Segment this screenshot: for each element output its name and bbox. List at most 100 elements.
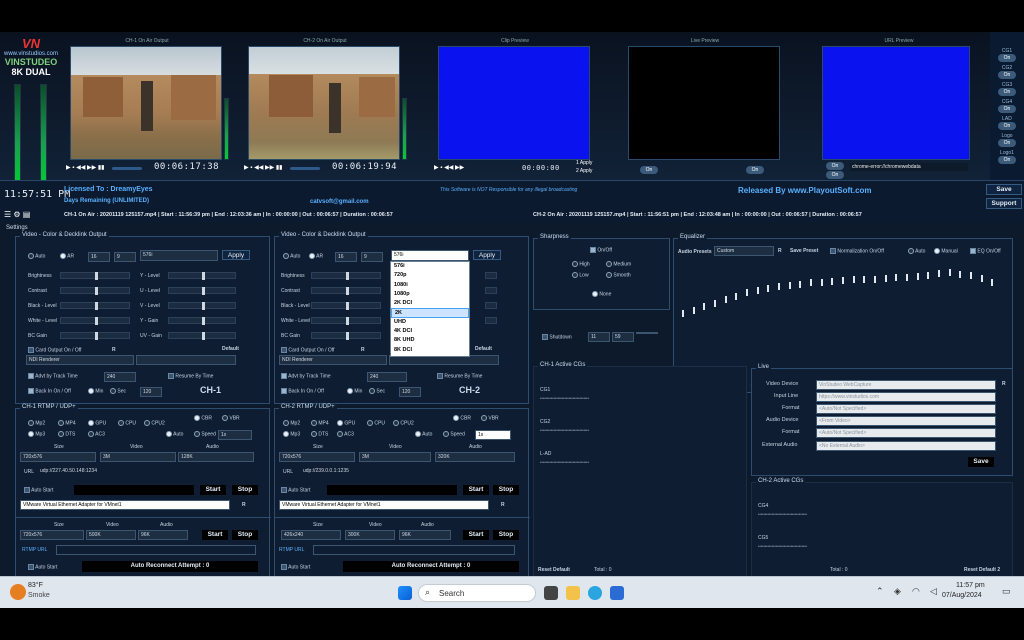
eq-band-handle[interactable] <box>746 289 748 296</box>
video-bitrate-select-2[interactable]: 300K <box>345 530 395 540</box>
sec-radio[interactable]: Sec <box>110 388 126 394</box>
rtmp-url-input[interactable] <box>313 545 515 555</box>
format-option[interactable]: 2K DCI <box>391 299 469 308</box>
sec-radio[interactable]: Sec <box>369 388 385 394</box>
audio-device-select[interactable]: <From Video> <box>816 416 996 426</box>
gpu-radio[interactable]: GPU <box>337 420 355 426</box>
eq-band-handle[interactable] <box>714 299 716 307</box>
high-radio[interactable]: High <box>572 261 590 267</box>
support-button[interactable]: Support <box>986 198 1022 209</box>
format-option[interactable]: 8K UHD <box>391 336 469 345</box>
speed-radio[interactable]: Speed <box>443 431 465 437</box>
apply2-button[interactable]: 2 Apply <box>576 168 592 174</box>
eq-band-handle[interactable] <box>874 275 876 283</box>
sec-input[interactable]: 120 <box>399 387 421 397</box>
edge-icon[interactable] <box>588 586 602 600</box>
format-option[interactable]: 8K DCI <box>391 346 469 355</box>
mp2-radio[interactable]: Mp2 <box>283 420 300 426</box>
y-gain-slider[interactable] <box>485 317 497 324</box>
ch1-progress[interactable] <box>112 167 142 170</box>
eq-band-handle[interactable] <box>735 292 738 300</box>
audio-bitrate-select-2[interactable]: 96K <box>138 530 188 540</box>
eq-band-handle[interactable] <box>682 310 684 317</box>
ch2-play-icon[interactable]: ▶ ▪ ◀◀ ▶▶ ▮▮ <box>244 164 282 171</box>
mp4-radio[interactable]: MP4 <box>311 420 329 426</box>
none-radio[interactable]: None <box>592 291 611 297</box>
y-gain-slider[interactable] <box>168 317 236 325</box>
eq-band-handle[interactable] <box>991 279 994 287</box>
renderer-select[interactable]: NDI Renderer <box>279 355 387 365</box>
eq-band-handle[interactable] <box>788 282 791 289</box>
eq-auto-radio[interactable]: Auto <box>908 248 925 254</box>
default-button[interactable]: Default <box>222 346 239 352</box>
speed-input[interactable]: 1x <box>475 430 511 440</box>
rtmp-url-input[interactable] <box>56 545 256 555</box>
size-select-2[interactable]: 720x576 <box>20 530 84 540</box>
format-option[interactable]: 1080p <box>391 290 469 299</box>
eq-band-handle[interactable] <box>927 271 930 279</box>
eq-band-handle[interactable] <box>884 275 887 282</box>
v-level-slider[interactable] <box>485 302 497 309</box>
y-level-slider[interactable] <box>168 272 236 280</box>
ch1-play-icon[interactable]: ▶ ▪ ◀◀ ▶▶ ▮▮ <box>66 164 104 171</box>
contrast-slider[interactable] <box>60 287 130 295</box>
dts-radio[interactable]: DTS <box>58 431 75 437</box>
ar-width-input[interactable]: 16 <box>88 252 110 262</box>
audio-bitrate-select[interactable]: 320K <box>435 452 515 462</box>
auto-radio[interactable]: Auto <box>415 431 432 437</box>
udp-url-input[interactable]: udp://227.40.50.148:1234 <box>38 467 256 477</box>
eq-band-handle[interactable] <box>959 270 962 278</box>
auto-radio[interactable]: Auto <box>283 253 300 259</box>
apply1-button[interactable]: 1 Apply <box>576 160 592 166</box>
ar-width-input[interactable]: 16 <box>335 252 357 262</box>
white-level-slider[interactable] <box>311 317 381 325</box>
advt-checkbox[interactable]: Advt by Track Time <box>28 373 78 379</box>
ac3-radio[interactable]: AC3 <box>337 431 354 437</box>
size-select[interactable]: 720x576 <box>279 452 355 462</box>
auto-radio[interactable]: Auto <box>166 431 183 437</box>
wifi-icon[interactable]: ◠ <box>912 586 920 597</box>
eq-band-handle[interactable] <box>756 286 759 294</box>
card-output-checkbox[interactable]: Card Output On / Off <box>28 347 81 353</box>
adapter-select[interactable]: VMware Virtual Ethernet Adapter for VMne… <box>20 500 230 510</box>
ar-radio[interactable]: AR <box>60 253 74 259</box>
format-option[interactable]: 4K DCI <box>391 327 469 336</box>
sec-input[interactable]: 120 <box>140 387 162 397</box>
advt-checkbox[interactable]: Advt by Track Time <box>281 373 331 379</box>
mp3-radio[interactable]: Mp3 <box>283 431 300 437</box>
min-radio[interactable]: Min <box>347 388 362 394</box>
resume-checkbox[interactable]: Resume By Time <box>437 373 482 379</box>
cpu-radio[interactable]: CPU <box>118 420 136 426</box>
sharpness-onoff[interactable]: On/Off <box>590 247 612 253</box>
weather-icon[interactable] <box>10 584 26 600</box>
cg1-toggle[interactable]: On <box>998 54 1016 62</box>
start-button-2[interactable]: Start <box>202 530 228 540</box>
resume-checkbox[interactable]: Resume By Time <box>168 373 213 379</box>
format-option[interactable]: 720p <box>391 271 469 280</box>
apply-button[interactable]: Apply <box>222 250 250 260</box>
normalization-checkbox[interactable]: Normalization On/Off <box>830 248 884 254</box>
advt-input[interactable]: 240 <box>367 372 407 382</box>
file-explorer-icon[interactable] <box>566 586 580 600</box>
white-level-slider[interactable] <box>60 317 130 325</box>
mp2-radio[interactable]: Mp2 <box>28 420 45 426</box>
eq-band-handle[interactable] <box>799 280 802 288</box>
reset-default-button[interactable]: Reset Default <box>538 567 570 573</box>
auto-start-checkbox[interactable]: Auto Start <box>24 487 53 493</box>
ar-height-input[interactable]: 9 <box>361 252 383 262</box>
card-output-checkbox[interactable]: Card Output On / Off <box>281 347 334 353</box>
stop-button[interactable]: Stop <box>493 485 519 495</box>
ar-radio[interactable]: AR <box>309 253 323 259</box>
format-option[interactable]: 1080i <box>391 281 469 290</box>
eq-band-handle[interactable] <box>703 303 706 310</box>
preset-select[interactable]: Custom <box>714 246 774 256</box>
gpu-radio[interactable]: GPU <box>88 420 106 426</box>
clip-play-icon[interactable]: ▶ ▪ ◀◀ ▶▶ <box>434 164 464 171</box>
cpu2-radio[interactable]: CPU2 <box>144 420 165 426</box>
eq-band-handle[interactable] <box>938 270 940 278</box>
ar-height-input[interactable]: 9 <box>114 252 136 262</box>
audio-bitrate-select-2[interactable]: 96K <box>399 530 451 540</box>
black-level-slider[interactable] <box>311 302 381 310</box>
video-device-select[interactable]: VinStudeo WebCapture <box>816 380 996 390</box>
speed-input[interactable]: 1x <box>218 430 252 440</box>
